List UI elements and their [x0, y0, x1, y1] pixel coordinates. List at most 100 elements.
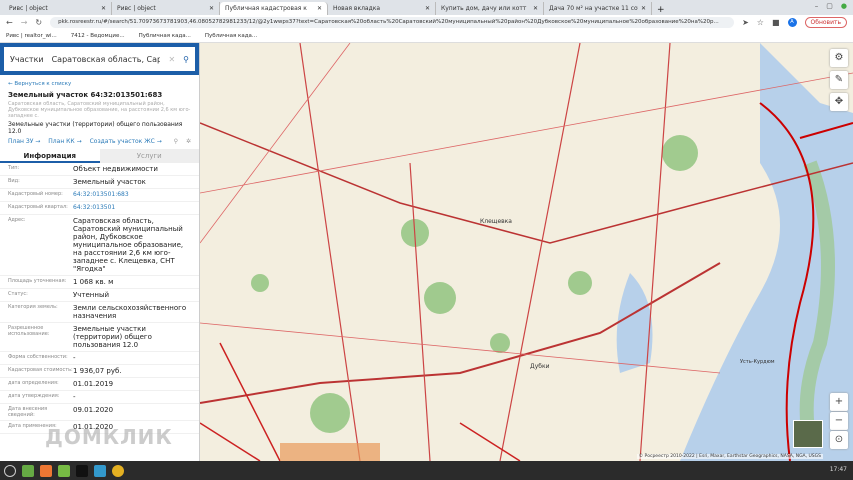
attributes-list: Тип: Объект недвижимости Вид: Земельный уча…	[0, 163, 199, 434]
maximize-icon[interactable]: ▢	[826, 2, 833, 10]
attribute-row: Адрес: Саратовская область, Саратовский м…	[0, 215, 199, 276]
zoom-in-button[interactable]: +	[830, 393, 848, 411]
attribute-value: Земли сельскохозяйственного назначения	[73, 304, 187, 320]
locate-icon[interactable]: ✥	[830, 93, 848, 111]
attribute-label: Вид:	[8, 178, 20, 184]
back-icon[interactable]: ←	[6, 18, 13, 27]
desktop-icon[interactable]	[22, 464, 34, 477]
attribute-value: -	[73, 354, 76, 362]
star-icon[interactable]: ☆	[757, 18, 764, 27]
zoom-to-icon[interactable]: ⚲	[174, 138, 178, 145]
map-label: Усть-Курдюм	[740, 359, 775, 365]
extension-icon[interactable]: ■	[772, 18, 780, 27]
browser-tab[interactable]: Новая вкладка ✕	[328, 2, 436, 15]
files-icon[interactable]	[58, 464, 70, 477]
attribute-row: Кадастровый номер: 64:32:013501:683	[0, 189, 199, 202]
attribute-row: Кадастровая стоимость: 1 936,07 руб.	[0, 365, 199, 378]
attribute-value: 1 068 кв. м	[73, 278, 114, 286]
taskbar: 17:47	[0, 461, 853, 480]
map-canvas: Клещевка Дубки Усть-Курдюм	[200, 43, 853, 461]
map-attribution: © Росреестр 2010-2022 | Esri, Maxar, Ear…	[636, 454, 823, 459]
tab-bar: Ривс | object ✕ Ривс | object ✕ Публичная …	[0, 0, 853, 15]
clock[interactable]: 17:47	[830, 466, 847, 473]
browser-tab[interactable]: Купить дом, дачу или котт ✕	[436, 2, 544, 15]
compass-icon[interactable]: ⊙	[830, 431, 848, 449]
attribute-value: Земельный участок	[73, 178, 146, 186]
forward-icon[interactable]: →	[21, 18, 28, 27]
cadastral-map[interactable]: Клещевка Дубки Усть-Курдюм ⚙ ✎ ✥ + − ⊙ ©…	[200, 43, 853, 461]
close-icon[interactable]: ✕	[317, 5, 322, 12]
close-icon[interactable]: ✕	[209, 5, 214, 12]
map-label: Клещевка	[480, 218, 512, 225]
attribute-row: Вид: Земельный участок	[0, 176, 199, 189]
plan-kk-link[interactable]: План КК →	[48, 138, 81, 145]
create-parcel-link[interactable]: Создать участок ЖС →	[90, 138, 162, 145]
close-icon[interactable]: ✕	[641, 5, 646, 12]
parcel-subtitle: Саратовская область, Саратовский муницип…	[8, 101, 191, 119]
close-icon[interactable]: ✕	[533, 5, 538, 12]
attribute-value: Учтенный	[73, 291, 110, 299]
attribute-label: дата утверждения:	[8, 393, 60, 399]
settings-icon[interactable]: ✲	[186, 138, 191, 145]
close-window-icon[interactable]: ●	[841, 2, 847, 10]
start-menu-icon[interactable]	[4, 464, 16, 477]
browser-tab[interactable]: Ривс | object ✕	[112, 2, 220, 15]
attribute-row: Тип: Объект недвижимости	[0, 163, 199, 176]
attribute-value: 01.01.2019	[73, 380, 114, 388]
tab-information[interactable]: Информация	[0, 149, 100, 163]
attribute-label: Кадастровый квартал:	[8, 204, 68, 210]
attribute-label: Категория земель:	[8, 304, 58, 310]
avatar[interactable]: А	[787, 18, 797, 27]
attribute-row: дата утверждения: -	[0, 391, 199, 404]
satellite-layer-toggle[interactable]	[793, 420, 823, 448]
attribute-value: Земельные участки (территории) общего по…	[73, 325, 152, 349]
attribute-value[interactable]: 64:32:013501:683	[73, 191, 191, 199]
attribute-value: Объект недвижимости	[73, 165, 158, 173]
bookmark[interactable]: 7412 - Ведомцие...	[71, 33, 125, 39]
minimize-icon[interactable]: –	[815, 2, 819, 10]
attribute-label: Адрес:	[8, 217, 26, 223]
search-type-select[interactable]: Участки	[10, 55, 44, 64]
plan-zu-link[interactable]: План ЗУ →	[8, 138, 40, 145]
attribute-row: Кадастровый квартал: 64:32:013501	[0, 202, 199, 215]
attribute-row: Площадь уточненная: 1 068 кв. м	[0, 276, 199, 289]
bookmark[interactable]: Публичная када...	[139, 33, 191, 39]
attribute-label: Форма собственности:	[8, 354, 68, 360]
new-tab-button[interactable]: +	[657, 5, 665, 15]
terminal-icon[interactable]	[76, 464, 88, 477]
share-icon[interactable]: ➤	[742, 18, 749, 27]
reload-icon[interactable]: ↻	[35, 18, 42, 27]
browser-tab[interactable]: Ривс | object ✕	[4, 2, 112, 15]
document-icon[interactable]	[94, 464, 106, 477]
bookmarks-bar: Ривс | realtor_wi... 7412 - Ведомцие... …	[0, 30, 853, 43]
tab-services[interactable]: Услуги	[99, 149, 199, 163]
back-to-list-link[interactable]: ← Вернуться к списку	[8, 81, 191, 87]
attribute-label: Разрешенное использование:	[8, 325, 50, 337]
attribute-row: дата определения: 01.01.2019	[0, 378, 199, 391]
url-input[interactable]: pkk.rosreestr.ru/#/search/51.70973673781…	[50, 17, 735, 28]
close-icon[interactable]: ✕	[425, 5, 430, 12]
attribute-row: Разрешенное использование: Земельные учас…	[0, 323, 199, 352]
parcel-description: Земельные участки (территории) общего по…	[8, 121, 183, 135]
attribute-value[interactable]: 64:32:013501	[73, 204, 191, 212]
browser-tab[interactable]: Дача 70 м² на участке 11 сот ✕	[544, 2, 652, 15]
ruler-icon[interactable]: ✎	[830, 71, 848, 89]
attribute-row: Категория земель: Земли сельскохозяйствен…	[0, 302, 199, 323]
attribute-label: Тип:	[8, 165, 20, 171]
attribute-label: Статус:	[8, 291, 28, 297]
clear-icon[interactable]: ✕	[168, 55, 175, 64]
attribute-row: Форма собственности: -	[0, 352, 199, 365]
parcel-title: Земельный участок 64:32:013501:683	[8, 91, 163, 99]
browser-tab-active[interactable]: Публичная кадастровая к ✕	[220, 2, 328, 15]
close-icon[interactable]: ✕	[101, 5, 106, 12]
attribute-row: Дата внесения сведений: 09.01.2020	[0, 404, 199, 421]
search-icon[interactable]: ⚲	[183, 55, 189, 64]
bookmark[interactable]: Публичная када...	[205, 33, 257, 39]
chrome-icon[interactable]	[112, 464, 124, 477]
search-input[interactable]: Саратовская область, Сар	[52, 55, 161, 64]
software-icon[interactable]	[40, 464, 52, 477]
settings-icon[interactable]: ⚙	[830, 49, 848, 67]
bookmark[interactable]: Ривс | realtor_wi...	[6, 33, 57, 39]
zoom-out-button[interactable]: −	[830, 412, 848, 430]
update-button[interactable]: Обновить	[804, 17, 847, 28]
